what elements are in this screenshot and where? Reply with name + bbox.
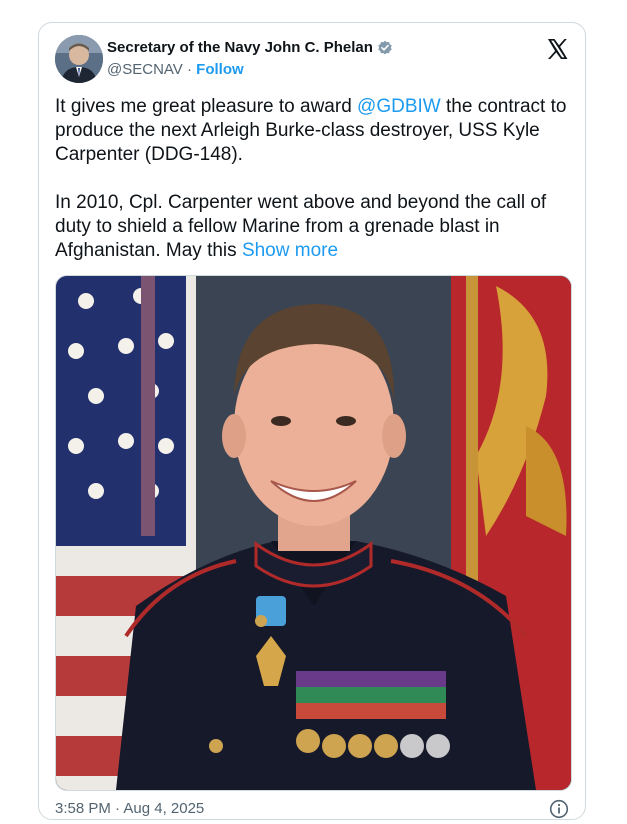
info-icon[interactable] xyxy=(549,799,569,819)
text-segment: It gives me great pleasure to award xyxy=(55,96,358,117)
tweet-timestamp[interactable]: 3:58 PM · Aug 4, 2025 xyxy=(55,800,204,817)
show-more-link[interactable]: Show more xyxy=(242,240,338,261)
author-handle-row: @SECNAV · Follow xyxy=(107,61,244,78)
mention-link[interactable]: @GDBIW xyxy=(357,96,441,117)
follow-button[interactable]: Follow xyxy=(196,61,244,78)
tweet-paragraph-2: In 2010, Cpl. Carpenter went above and b… xyxy=(55,191,575,263)
author-name[interactable]: Secretary of the Navy John C. Phelan xyxy=(107,39,373,56)
verified-badge-icon xyxy=(377,40,393,56)
tweet-paragraph-1: It gives me great pleasure to award @GDB… xyxy=(55,95,575,167)
author-handle[interactable]: @SECNAV xyxy=(107,61,183,78)
tweet-card: Secretary of the Navy John C. Phelan @SE… xyxy=(38,22,586,820)
avatar[interactable] xyxy=(55,35,103,83)
avatar-image xyxy=(55,35,103,83)
author-name-row: Secretary of the Navy John C. Phelan xyxy=(107,39,393,56)
x-logo-icon[interactable] xyxy=(545,37,569,61)
portrait-image xyxy=(56,276,571,790)
tweet-photo[interactable] xyxy=(55,275,572,791)
tweet-text: It gives me great pleasure to award @GDB… xyxy=(55,95,575,263)
tweet-header: Secretary of the Navy John C. Phelan @SE… xyxy=(55,35,569,83)
separator: · xyxy=(186,61,192,78)
